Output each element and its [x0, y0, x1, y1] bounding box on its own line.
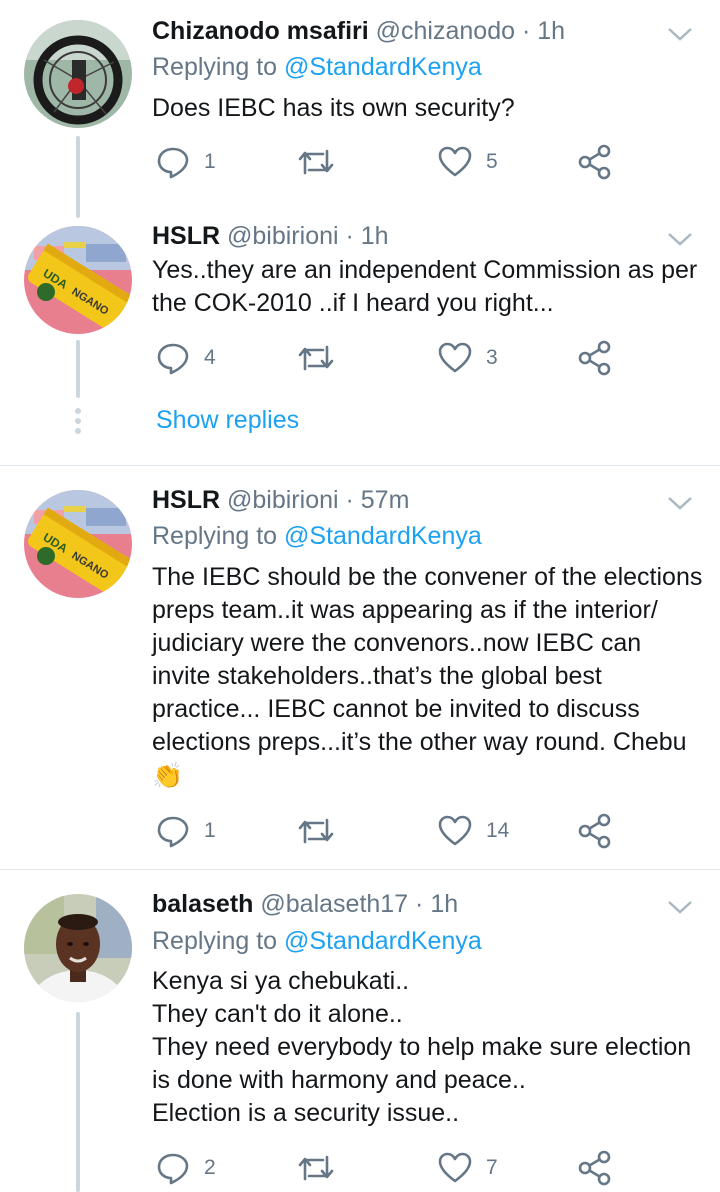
like-count: 5: [486, 150, 498, 173]
thread-dots: [74, 408, 82, 438]
like-icon: [438, 815, 472, 846]
reply-button[interactable]: 4: [156, 341, 216, 375]
mention-link[interactable]: @StandardKenya: [284, 522, 482, 550]
retweet-button[interactable]: [296, 145, 350, 179]
like-icon: [438, 342, 472, 373]
like-count: 14: [486, 819, 510, 842]
author-handle[interactable]: @balaseth17: [260, 890, 408, 918]
share-button[interactable]: [578, 340, 612, 376]
share-icon: [578, 340, 611, 376]
reply-count: 1: [204, 819, 216, 842]
tweet-text: Kenya si ya chebukati.. They can't do it…: [152, 967, 692, 1127]
tweet-time: 1h: [430, 890, 459, 918]
chevron-down-icon[interactable]: [666, 24, 694, 44]
like-button[interactable]: 14: [438, 814, 509, 848]
reply-icon: [157, 147, 189, 179]
retweet-button[interactable]: [296, 341, 350, 375]
reply-button[interactable]: 2: [156, 1151, 216, 1185]
like-button[interactable]: 3: [438, 341, 498, 375]
mention-link[interactable]: @StandardKenya: [284, 927, 482, 955]
tweet-author[interactable]: HSLR @bibirioni · 1h: [152, 222, 389, 251]
separator-dot: ·: [338, 222, 361, 250]
tweet-text: Does IEBC has its own security?: [152, 94, 515, 122]
author-handle[interactable]: @chizanodo: [376, 17, 515, 45]
replying-to-label: Replying to: [152, 927, 285, 955]
share-icon: [578, 813, 611, 849]
author-handle[interactable]: @bibirioni: [227, 486, 339, 514]
thread-line: [76, 1012, 80, 1192]
reply-icon: [157, 343, 189, 375]
thread-line: [76, 340, 80, 398]
share-button[interactable]: [578, 813, 612, 849]
reply-icon: [157, 816, 189, 848]
share-button[interactable]: [578, 144, 612, 180]
avatar[interactable]: [24, 20, 132, 128]
like-button[interactable]: 5: [438, 145, 498, 179]
reply-icon: [157, 1153, 189, 1185]
separator-dot: ·: [338, 486, 361, 514]
author-name[interactable]: balaseth: [152, 890, 253, 918]
retweet-icon: [298, 818, 334, 844]
reply-button[interactable]: 1: [156, 814, 216, 848]
reply-button[interactable]: 1: [156, 145, 216, 179]
tweet-time: 1h: [537, 17, 566, 45]
retweet-icon: [298, 149, 334, 175]
avatar[interactable]: [24, 894, 132, 1002]
tweet-author[interactable]: Chizanodo msafiri @chizanodo · 1h: [152, 17, 565, 46]
replying-to-label: Replying to: [152, 53, 285, 81]
chevron-down-icon[interactable]: [666, 897, 694, 917]
mention-link[interactable]: @StandardKenya: [284, 53, 482, 81]
tweet-text: Yes..they are an independent Commission …: [152, 256, 698, 317]
thread-line: [76, 136, 80, 218]
replying-to: Replying to @StandardKenya: [152, 53, 482, 82]
like-count: 3: [486, 346, 498, 369]
reply-count: 2: [204, 1156, 216, 1179]
divider: [0, 869, 720, 870]
replying-to-label: Replying to: [152, 522, 285, 550]
like-count: 7: [486, 1156, 498, 1179]
reply-count: 1: [204, 150, 216, 173]
avatar[interactable]: UDA NGANO: [24, 490, 132, 598]
share-icon: [578, 144, 611, 180]
author-name[interactable]: Chizanodo msafiri: [152, 17, 369, 45]
share-icon: [578, 1150, 611, 1186]
retweet-icon: [298, 345, 334, 371]
like-icon: [438, 146, 472, 177]
divider: [0, 465, 720, 466]
chevron-down-icon[interactable]: [666, 493, 694, 513]
share-button[interactable]: [578, 1150, 612, 1186]
like-icon: [438, 1152, 472, 1183]
retweet-button[interactable]: [296, 814, 350, 848]
tweet-text: The IEBC should be the convener of the e…: [152, 563, 703, 756]
show-replies-link[interactable]: Show replies: [156, 406, 299, 435]
like-button[interactable]: 7: [438, 1151, 498, 1185]
separator-dot: ·: [515, 17, 538, 45]
separator-dot: ·: [408, 890, 431, 918]
author-name[interactable]: HSLR: [152, 486, 220, 514]
avatar[interactable]: UDA NGANO: [24, 226, 132, 334]
tweet-author[interactable]: HSLR @bibirioni · 57m: [152, 486, 409, 515]
tweet-time: 57m: [360, 486, 410, 514]
retweet-button[interactable]: [296, 1151, 350, 1185]
replying-to: Replying to @StandardKenya: [152, 522, 482, 551]
author-handle[interactable]: @bibirioni: [227, 222, 339, 250]
author-name[interactable]: HSLR: [152, 222, 220, 250]
replying-to: Replying to @StandardKenya: [152, 927, 482, 956]
reply-count: 4: [204, 346, 216, 369]
chevron-down-icon[interactable]: [666, 229, 694, 249]
tweet-author[interactable]: balaseth @balaseth17 · 1h: [152, 890, 458, 919]
retweet-icon: [298, 1155, 334, 1181]
tweet-time: 1h: [360, 222, 389, 250]
clapping-hands-emoji: 👏: [152, 762, 184, 790]
